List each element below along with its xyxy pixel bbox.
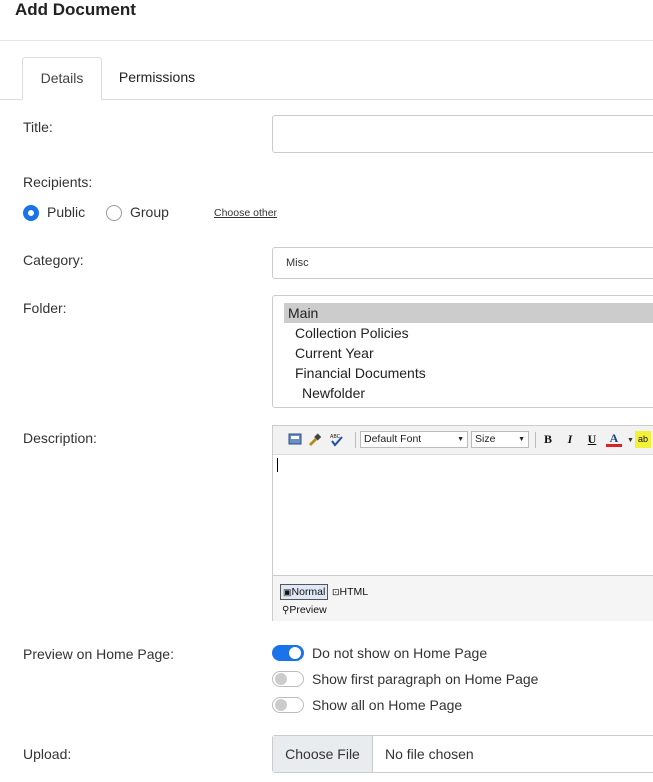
html-mode-button[interactable]: ⊡HTML — [332, 585, 368, 599]
normal-mode-button[interactable]: ▣Normal — [280, 584, 329, 600]
folder-listbox[interactable]: Main Collection Policies Current Year Fi… — [272, 295, 653, 408]
editor-content-area[interactable] — [273, 454, 653, 575]
tab-bar: Details Permissions — [0, 57, 653, 100]
folder-option[interactable]: Financial Documents — [295, 363, 653, 383]
choose-file-button[interactable]: Choose File — [273, 736, 373, 772]
radio-group[interactable] — [106, 205, 122, 221]
html-mode-label: HTML — [339, 586, 369, 598]
toggle-do-not-show[interactable] — [272, 645, 304, 661]
description-label: Description: — [23, 430, 97, 446]
toolbar-divider — [355, 432, 356, 448]
toggle-do-not-show-label: Do not show on Home Page — [312, 645, 488, 661]
radio-public[interactable] — [23, 205, 39, 221]
size-select-value: Size — [475, 433, 496, 445]
save-icon[interactable] — [287, 432, 302, 447]
folder-option[interactable]: Current Year — [295, 343, 653, 363]
font-select-value: Default Font — [364, 433, 422, 445]
preview-home-label: Preview on Home Page: — [23, 646, 174, 662]
normal-mode-icon: ▣ — [283, 587, 292, 597]
folder-label: Folder: — [23, 300, 67, 316]
size-select[interactable]: Size ▼ — [471, 431, 529, 448]
format-brush-icon[interactable] — [307, 432, 322, 447]
underline-button[interactable]: U — [584, 431, 600, 448]
radio-public-label[interactable]: Public — [47, 204, 85, 220]
normal-mode-label: Normal — [291, 586, 326, 598]
font-color-button[interactable]: A — [606, 431, 622, 447]
preview-mode-label: Preview — [289, 604, 327, 616]
tab-details[interactable]: Details — [22, 57, 102, 100]
category-value: Misc — [286, 257, 309, 269]
bold-button[interactable]: B — [540, 431, 556, 448]
tab-permissions[interactable]: Permissions — [106, 57, 208, 98]
file-upload-input[interactable]: Choose File No file chosen — [272, 735, 653, 773]
font-select[interactable]: Default Font ▼ — [360, 431, 468, 448]
dropdown-arrow-icon: ▼ — [518, 436, 525, 443]
upload-label: Upload: — [23, 746, 72, 762]
rich-text-editor: ABC Default Font ▼ Size ▼ B I U A ▼ ab ▣No… — [272, 425, 653, 621]
spellcheck-icon[interactable]: ABC — [329, 432, 344, 447]
dropdown-arrow-icon: ▼ — [457, 436, 464, 443]
radio-group-label[interactable]: Group — [130, 204, 169, 220]
title-label: Title: — [23, 119, 53, 135]
toggle-knob — [275, 699, 287, 711]
page-header: Add Document — [0, 0, 653, 41]
html-mode-icon: ⊡ — [332, 587, 340, 597]
editor-toolbar: ABC Default Font ▼ Size ▼ B I U A ▼ ab — [273, 426, 653, 455]
file-status: No file chosen — [385, 746, 474, 762]
highlight-button[interactable]: ab — [635, 431, 651, 448]
toggle-knob — [275, 673, 287, 685]
category-select[interactable]: Misc — [272, 247, 653, 279]
text-caret — [277, 458, 278, 472]
folder-option[interactable]: Collection Policies — [295, 323, 653, 343]
folder-option[interactable]: Main — [284, 303, 653, 323]
category-label: Category: — [23, 252, 84, 268]
toggle-show-first-paragraph-label: Show first paragraph on Home Page — [312, 671, 539, 687]
toggle-show-all[interactable] — [272, 697, 304, 713]
folder-option[interactable]: Newfolder — [302, 383, 653, 403]
editor-mode-bar: ▣Normal ⊡HTML ⚲Preview — [273, 575, 653, 621]
page-title: Add Document — [15, 0, 136, 19]
toolbar-divider — [535, 432, 536, 448]
preview-mode-button[interactable]: ⚲Preview — [282, 603, 327, 617]
toggle-show-first-paragraph[interactable] — [272, 671, 304, 687]
toggle-show-all-label: Show all on Home Page — [312, 697, 463, 713]
italic-button[interactable]: I — [562, 431, 578, 448]
choose-other-link[interactable]: Choose other — [214, 207, 277, 219]
title-input[interactable] — [272, 115, 653, 153]
recipients-label: Recipients: — [23, 174, 93, 190]
toggle-knob — [289, 647, 301, 659]
